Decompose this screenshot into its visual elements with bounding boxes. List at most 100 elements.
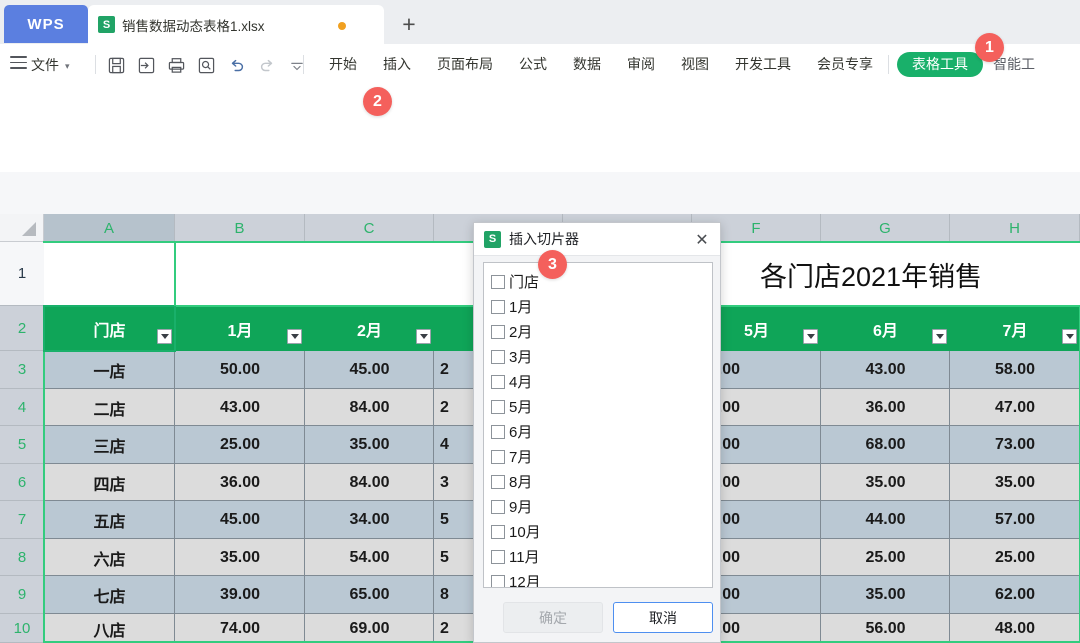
tab-member-exclusive[interactable]: 会员专享 [804,44,886,84]
table-row[interactable]: 五店 [44,501,175,539]
table-row[interactable]: 43.00 [175,389,305,426]
checkbox[interactable] [491,325,505,339]
slicer-field-nov[interactable]: 11月 [491,544,712,569]
table-row[interactable]: 36.00 [821,389,950,426]
table-header-jul[interactable]: 7月 [950,306,1080,351]
tab-page-layout[interactable]: 页面布局 [424,44,506,84]
column-header-C[interactable]: C [305,214,434,242]
table-row[interactable]: 八店 [44,614,175,643]
row-header-6[interactable]: 6 [0,464,44,501]
undo-icon[interactable] [224,53,249,78]
table-row[interactable]: 74.00 [175,614,305,643]
column-header-B[interactable]: B [175,214,305,242]
filter-dropdown-jan[interactable] [287,329,302,344]
slicer-field-jul[interactable]: 7月 [491,444,712,469]
filter-dropdown-jun[interactable] [932,329,947,344]
table-row[interactable]: 73.00 [950,426,1080,464]
close-icon[interactable]: ✕ [690,228,714,251]
table-row[interactable]: 35.00 [305,426,434,464]
row-header-2[interactable]: 2 [0,306,44,351]
slicer-field-may[interactable]: 5月 [491,394,712,419]
cancel-button[interactable]: 取消 [613,602,713,633]
table-row[interactable]: 57.00 [950,501,1080,539]
table-row[interactable]: 四店 [44,464,175,501]
slicer-field-sep[interactable]: 9月 [491,494,712,519]
slicer-field-oct[interactable]: 10月 [491,519,712,544]
table-header-jan[interactable]: 1月 [175,306,305,351]
row-header-10[interactable]: 10 [0,614,44,643]
row-header-4[interactable]: 4 [0,389,44,426]
checkbox[interactable] [491,425,505,439]
table-row[interactable]: 34.00 [305,501,434,539]
select-all-corner[interactable] [0,214,44,242]
redo-icon[interactable] [254,53,279,78]
tab-developer-tools[interactable]: 开发工具 [722,44,804,84]
table-row[interactable]: 35.00 [175,539,305,576]
table-row[interactable]: 58.00 [950,351,1080,389]
row-header-1[interactable]: 1 [0,242,44,306]
table-row[interactable]: 35.00 [950,464,1080,501]
table-row[interactable]: 35.00 [821,464,950,501]
table-row[interactable]: 35.00 [821,576,950,614]
table-row[interactable]: 56.00 [821,614,950,643]
table-row[interactable]: 25.00 [950,539,1080,576]
slicer-field-jun[interactable]: 6月 [491,419,712,444]
new-tab-button[interactable]: + [396,11,422,37]
table-row[interactable]: 25.00 [821,539,950,576]
tab-view[interactable]: 视图 [668,44,722,84]
slicer-field-jan[interactable]: 1月 [491,294,712,319]
column-header-A[interactable]: A [44,214,175,242]
table-row[interactable]: 68.00 [821,426,950,464]
table-row[interactable]: 50.00 [175,351,305,389]
slicer-field-mar[interactable]: 3月 [491,344,712,369]
print-icon[interactable] [164,53,189,78]
table-row[interactable]: 43.00 [821,351,950,389]
checkbox[interactable] [491,475,505,489]
table-row[interactable]: 62.00 [950,576,1080,614]
slicer-field-dec[interactable]: 12月 [491,569,712,588]
tab-start[interactable]: 开始 [316,44,370,84]
table-row[interactable]: 65.00 [305,576,434,614]
table-row[interactable]: 45.00 [305,351,434,389]
table-row[interactable]: 44.00 [821,501,950,539]
insert-slicer-dialog[interactable]: S 插入切片器 ✕ 门店 1月 2月 3月 4月 5月 6月 7月 8月 9月 … [473,222,721,643]
table-row[interactable]: 39.00 [175,576,305,614]
table-row[interactable]: 48.00 [950,614,1080,643]
confirm-button[interactable]: 确定 [503,602,603,633]
table-row[interactable]: 六店 [44,539,175,576]
table-row[interactable]: 84.00 [305,389,434,426]
table-row[interactable]: 84.00 [305,464,434,501]
slicer-field-list[interactable]: 门店 1月 2月 3月 4月 5月 6月 7月 8月 9月 10月 11月 12… [483,262,713,588]
row-header-9[interactable]: 9 [0,576,44,614]
checkbox[interactable] [491,375,505,389]
table-row[interactable]: 54.00 [305,539,434,576]
checkbox[interactable] [491,525,505,539]
checkbox[interactable] [491,300,505,314]
filter-dropdown-jul[interactable] [1062,329,1077,344]
checkbox[interactable] [491,350,505,364]
filter-dropdown-store[interactable] [157,329,172,344]
table-row[interactable]: 69.00 [305,614,434,643]
sheet-title-cell[interactable]: 各门店2021年销售 [760,242,1080,306]
checkbox[interactable] [491,275,505,289]
tab-review[interactable]: 审阅 [614,44,668,84]
table-header-jun[interactable]: 6月 [821,306,950,351]
table-header-store[interactable]: 门店 [44,306,175,351]
filter-dropdown-feb[interactable] [416,329,431,344]
tab-formula[interactable]: 公式 [506,44,560,84]
tab-data[interactable]: 数据 [560,44,614,84]
save-as-icon[interactable] [134,53,159,78]
table-row[interactable]: 二店 [44,389,175,426]
table-row[interactable]: 47.00 [950,389,1080,426]
table-row[interactable]: 七店 [44,576,175,614]
save-icon[interactable] [104,53,129,78]
slicer-field-feb[interactable]: 2月 [491,319,712,344]
slicer-field-store[interactable]: 门店 [491,269,712,294]
table-row[interactable]: 三店 [44,426,175,464]
print-preview-icon[interactable] [194,53,219,78]
file-menu-button[interactable]: 文件▾ [31,55,70,75]
row-header-8[interactable]: 8 [0,539,44,576]
checkbox[interactable] [491,400,505,414]
table-row[interactable]: 36.00 [175,464,305,501]
row-header-7[interactable]: 7 [0,501,44,539]
